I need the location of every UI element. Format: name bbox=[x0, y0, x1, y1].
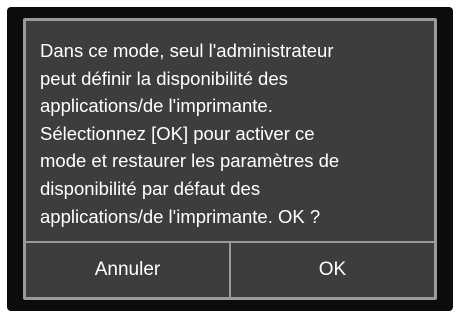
device-screen: Dans ce mode, seul l'administrateur peut… bbox=[7, 7, 453, 311]
confirmation-dialog: Dans ce mode, seul l'administrateur peut… bbox=[23, 18, 437, 300]
dialog-message: Dans ce mode, seul l'administrateur peut… bbox=[40, 40, 340, 227]
cancel-button[interactable]: Annuler bbox=[26, 243, 229, 297]
ok-button[interactable]: OK bbox=[229, 243, 434, 297]
dialog-button-bar: Annuler OK bbox=[26, 241, 434, 297]
